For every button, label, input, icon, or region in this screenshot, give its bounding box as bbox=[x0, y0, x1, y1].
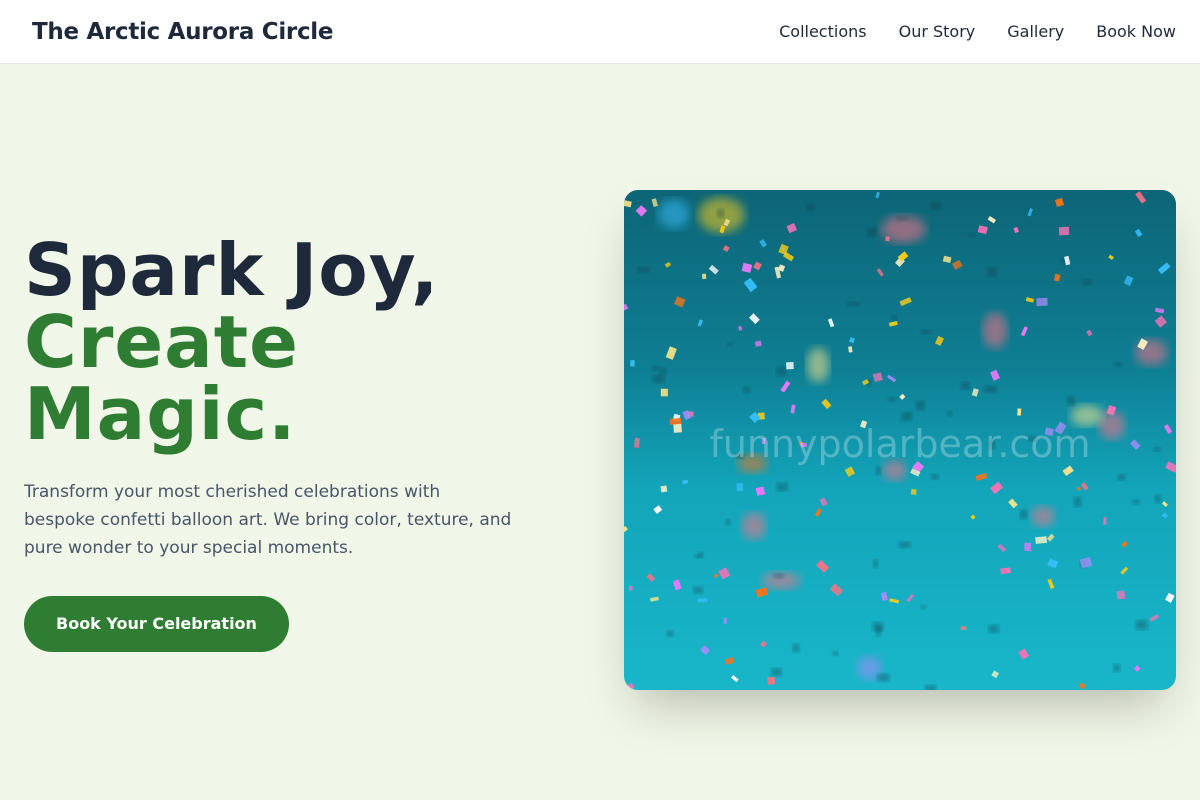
nav-link-book-now[interactable]: Book Now bbox=[1096, 22, 1176, 41]
book-celebration-button[interactable]: Book Your Celebration bbox=[24, 596, 289, 652]
nav-link-collections[interactable]: Collections bbox=[779, 22, 866, 41]
main-nav: Collections Our Story Gallery Book Now bbox=[779, 22, 1176, 41]
hero-subtitle: Transform your most cherished celebratio… bbox=[24, 482, 512, 558]
hero-confetti-image: funnypolarbear.com bbox=[624, 190, 1176, 690]
top-navbar: The Arctic Aurora Circle Collections Our… bbox=[0, 0, 1200, 64]
hero-section: Spark Joy, Create Magic. Transform your … bbox=[24, 234, 584, 652]
headline-line-1: Spark Joy, bbox=[24, 228, 440, 312]
headline-line-3: Magic. bbox=[24, 372, 297, 456]
headline-line-2: Create bbox=[24, 300, 300, 384]
image-watermark: funnypolarbear.com bbox=[709, 422, 1091, 466]
hero-headline: Spark Joy, Create Magic. bbox=[24, 234, 584, 450]
nav-link-gallery[interactable]: Gallery bbox=[1007, 22, 1064, 41]
nav-link-our-story[interactable]: Our Story bbox=[899, 22, 976, 41]
brand-logo-text[interactable]: The Arctic Aurora Circle bbox=[32, 19, 333, 45]
